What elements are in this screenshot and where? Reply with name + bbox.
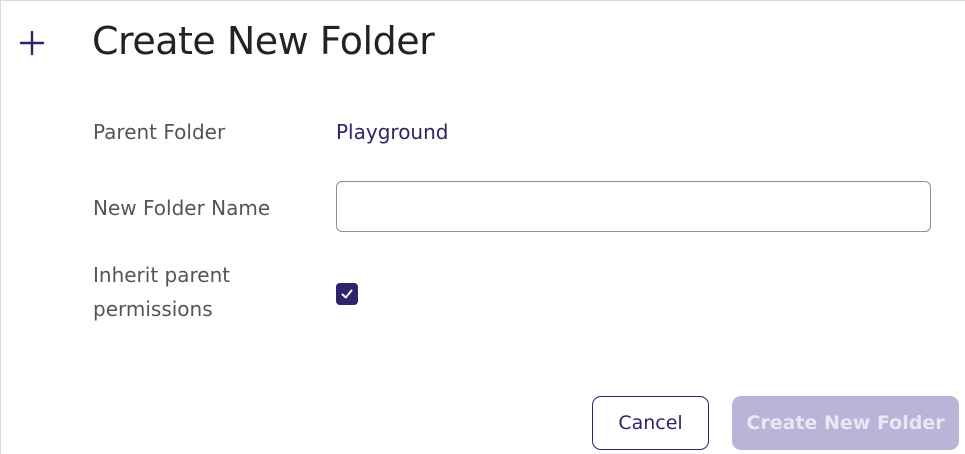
new-folder-name-input[interactable] (336, 181, 931, 232)
dialog-title: Create New Folder (92, 19, 435, 63)
parent-folder-value: Playground (336, 120, 449, 144)
plus-icon (19, 30, 45, 56)
new-folder-name-label: New Folder Name (93, 196, 271, 220)
cancel-button[interactable]: Cancel (592, 396, 709, 450)
inherit-permissions-label-line1: Inherit parent (93, 263, 231, 287)
parent-folder-label: Parent Folder (93, 120, 226, 144)
inherit-permissions-label: Inherit parent permissions (93, 258, 230, 326)
inherit-permissions-label-line2: permissions (93, 297, 213, 321)
checkmark-icon (341, 289, 353, 299)
create-folder-dialog: Create New Folder Parent Folder Playgrou… (0, 0, 965, 454)
create-new-folder-button[interactable]: Create New Folder (732, 396, 959, 450)
inherit-permissions-checkbox[interactable] (336, 283, 358, 305)
